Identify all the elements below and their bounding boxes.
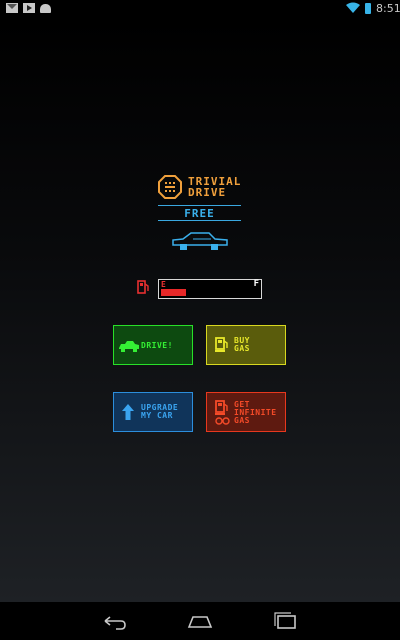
car-icon bbox=[172, 232, 228, 250]
car-icon bbox=[119, 341, 139, 352]
upgrade-car-button-label: UPGRADE MY CAR bbox=[141, 403, 179, 420]
divider-bottom bbox=[158, 220, 241, 221]
wifi-icon bbox=[346, 2, 360, 13]
app-screen: TRIVIAL DRIVE FREE E F DRIVE! BUY GAS UP… bbox=[0, 17, 400, 602]
upgrade-car-button[interactable]: UPGRADE MY CAR bbox=[113, 392, 193, 432]
infinite-gas-button[interactable]: GET INFINITE GAS bbox=[206, 392, 286, 432]
buy-gas-button[interactable]: BUY GAS bbox=[206, 325, 286, 365]
edition-label: FREE bbox=[184, 207, 215, 220]
gauge-empty-label: E bbox=[161, 280, 166, 289]
buy-gas-button-label: BUY GAS bbox=[234, 336, 250, 353]
home-button[interactable] bbox=[170, 602, 230, 640]
fuel-gauge: E F bbox=[158, 279, 262, 299]
drive-button-label: DRIVE! bbox=[141, 341, 173, 350]
gauge-full-label: F bbox=[253, 279, 259, 289]
status-bar: 8:51 bbox=[0, 0, 400, 17]
gas-pump-icon bbox=[215, 337, 228, 352]
back-icon bbox=[104, 616, 126, 630]
drive-button[interactable]: DRIVE! bbox=[113, 325, 193, 365]
clock: 8:51 bbox=[376, 2, 400, 15]
arrow-up-icon bbox=[122, 404, 134, 420]
navigation-bar bbox=[0, 602, 400, 640]
divider-top bbox=[158, 205, 241, 206]
play-store-icon bbox=[23, 3, 35, 13]
infinite-gas-button-label: GET INFINITE GAS bbox=[234, 400, 277, 425]
gear-shift-logo-icon bbox=[158, 175, 182, 199]
gas-pump-icon bbox=[137, 280, 149, 294]
app-title-line2: DRIVE bbox=[188, 186, 227, 199]
infinite-gas-icon bbox=[215, 400, 230, 425]
recents-icon bbox=[274, 612, 296, 629]
gmail-icon bbox=[6, 3, 18, 13]
home-icon bbox=[187, 616, 213, 628]
back-button[interactable] bbox=[84, 602, 144, 640]
fuel-level-bar bbox=[161, 289, 186, 296]
recents-button[interactable] bbox=[256, 602, 316, 640]
battery-icon bbox=[365, 3, 371, 14]
android-icon bbox=[40, 4, 51, 13]
